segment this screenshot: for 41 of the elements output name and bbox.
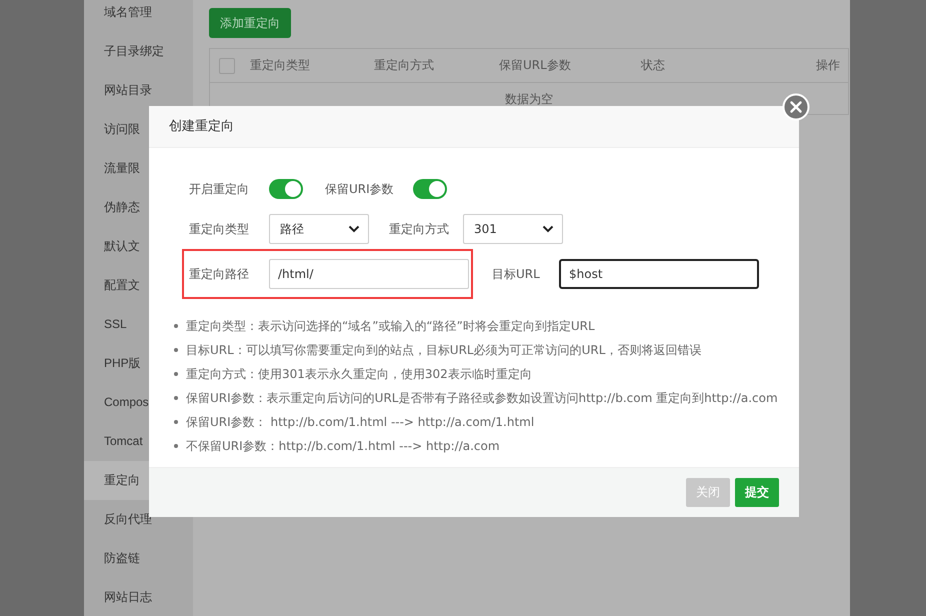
field-label: 重定向方式 xyxy=(389,220,450,238)
column-header: 重定向方式 xyxy=(374,57,434,74)
sidebar-item[interactable]: 防盗链 xyxy=(84,539,193,578)
empty-text: 数据为空 xyxy=(505,92,553,106)
help-text: 保留URI参数：表示重定向后访问的URL是否带有子路径或参数如设置访问http://b.com 重定向到http://a.com xyxy=(186,390,778,406)
bullet-icon xyxy=(174,396,178,400)
toggle-switch[interactable] xyxy=(413,179,447,199)
field-label: 目标URL xyxy=(492,266,541,282)
column-header: 保留URL参数 xyxy=(499,57,571,74)
bullet-icon xyxy=(174,444,178,448)
dropdown[interactable]: 路径 xyxy=(269,214,369,244)
help-text: 重定向方式：使用301表示永久重定向，使用302表示临时重定向 xyxy=(186,366,532,382)
sidebar-item[interactable]: 子目录绑定 xyxy=(84,32,193,71)
help-text: 保留URI参数： http://b.com/1.html ---> http://a.com/1.html xyxy=(186,414,534,430)
caret-icon xyxy=(542,225,554,233)
sidebar-item[interactable]: 网站日志 xyxy=(84,578,193,616)
column-header: 操作 xyxy=(816,57,840,74)
dialog-title: 创建重定向 xyxy=(169,119,234,134)
column-header: 重定向类型 xyxy=(250,57,310,74)
toggle-switch[interactable] xyxy=(269,179,303,199)
checkbox[interactable] xyxy=(219,58,235,74)
add-redirect-button[interactable]: 添加重定向 xyxy=(209,8,291,38)
help-text: 重定向类型：表示访问选择的“域名”或输入的“路径”时将会重定向到指定URL xyxy=(186,318,595,334)
caret-icon xyxy=(348,225,360,233)
bullet-icon xyxy=(174,372,178,376)
sidebar-item[interactable]: 域名管理 xyxy=(84,0,193,32)
bullet-icon xyxy=(174,420,178,424)
dropdown[interactable]: 301 xyxy=(463,214,563,244)
bullet-icon xyxy=(174,324,178,328)
input-field[interactable]: /html/ xyxy=(269,259,469,289)
column-header: 状态 xyxy=(641,57,665,74)
field-label: 保留URI参数 xyxy=(325,180,395,198)
submit-button[interactable]: 提交 xyxy=(735,478,779,507)
field-label: 重定向路径 xyxy=(189,266,250,282)
help-text: 目标URL：可以填写你需要重定向到的站点，目标URL必须为可正常访问的URL，否则将返回错误 xyxy=(186,342,702,358)
input-field[interactable]: $host xyxy=(559,259,759,289)
help-text: 不保留URI参数：http://b.com/1.html ---> http://a.com xyxy=(186,438,500,454)
field-label: 开启重定向 xyxy=(189,180,250,198)
sidebar-item[interactable]: 网站目录 xyxy=(84,71,193,110)
bullet-icon xyxy=(174,348,178,352)
field-label: 重定向类型 xyxy=(189,220,250,238)
